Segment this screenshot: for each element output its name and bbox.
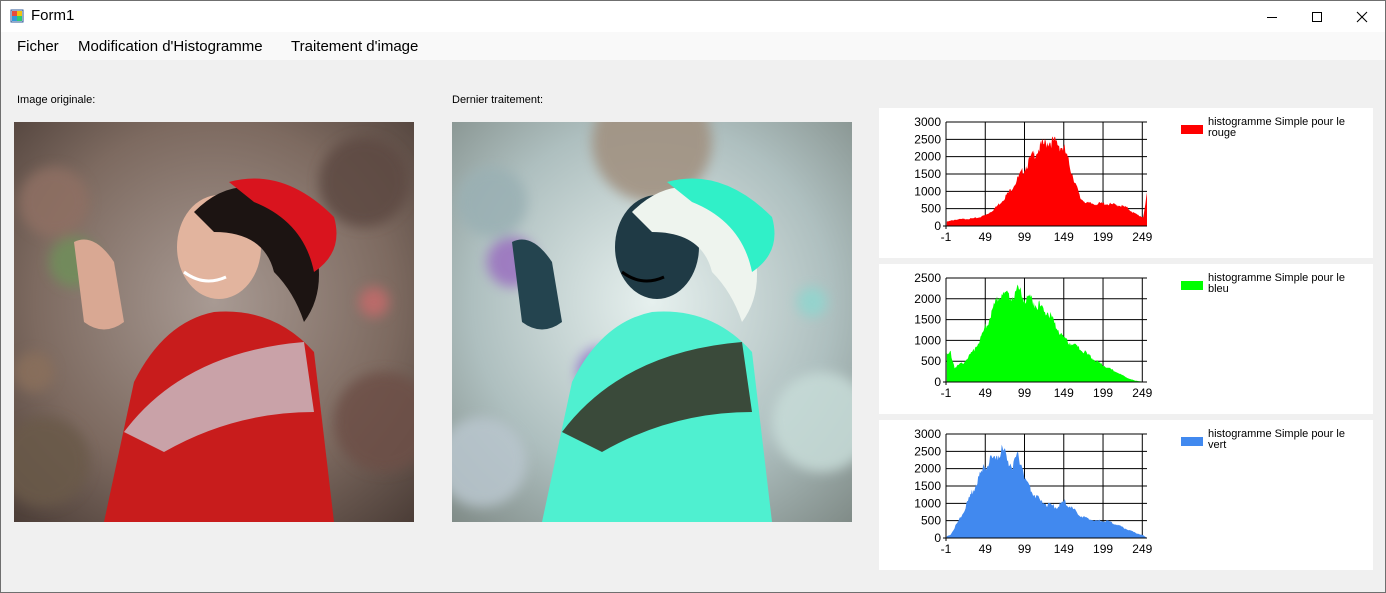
x-tick-label: 199 (1093, 230, 1113, 244)
histogram-area-blue (946, 444, 1147, 538)
x-tick-label: 199 (1093, 386, 1113, 400)
window-title: Form1 (31, 7, 75, 24)
x-tick-label: 149 (1054, 386, 1074, 400)
menu-traitement-image[interactable]: Traitement d'image (291, 38, 418, 55)
histogram-panel-red: 0 500 1000 1500 2000 2500 3000 -1 49 99 149 199 249 … (879, 108, 1373, 258)
x-tick-label: -1 (941, 542, 952, 556)
x-tick-label: 199 (1093, 542, 1113, 556)
y-tick-label: 1500 (914, 167, 941, 181)
legend-label-blue: histogramme Simple pour le vert (1208, 428, 1345, 451)
histogram-panel-green: 0 500 1000 1500 2000 2500 -1 49 99 149 199 249 hist… (879, 264, 1373, 414)
x-tick-label: 149 (1054, 542, 1074, 556)
x-tick-label: -1 (941, 386, 952, 400)
y-tick-label: 1500 (914, 479, 941, 493)
menu-bar: Ficher Modification d'Histogramme Traite… (1, 32, 1385, 60)
histogram-panel-blue: 0 500 1000 1500 2000 2500 3000 -1 49 99 149 199 249 … (879, 420, 1373, 570)
y-tick-label: 1000 (914, 333, 941, 347)
minimize-button[interactable] (1249, 1, 1295, 32)
close-button[interactable] (1339, 1, 1385, 32)
original-image-label: Image originale: (17, 94, 96, 106)
y-tick-label: 2000 (914, 292, 941, 306)
maximize-icon (1312, 11, 1322, 22)
x-tick-label: 99 (1018, 230, 1032, 244)
y-tick-label: 1000 (914, 184, 941, 198)
legend-swatch-green (1181, 281, 1203, 290)
y-tick-label: 500 (921, 514, 941, 528)
processed-image (452, 122, 852, 522)
y-tick-label: 2500 (914, 444, 941, 458)
y-tick-label: 1500 (914, 313, 941, 327)
title-bar: Form1 (1, 1, 1385, 32)
legend-swatch-red (1181, 125, 1203, 134)
y-tick-label: 2500 (914, 271, 941, 285)
app-window: Form1 Ficher Modification d'Histogramme … (0, 0, 1386, 593)
legend-label-green: histogramme Simple pour le bleu (1208, 272, 1345, 295)
maximize-button[interactable] (1294, 1, 1340, 32)
y-tick-label: 500 (921, 354, 941, 368)
x-tick-label: 99 (1018, 542, 1032, 556)
x-tick-label: 49 (979, 230, 993, 244)
histogram-area-red (946, 136, 1147, 226)
x-tick-label: 249 (1132, 542, 1152, 556)
x-tick-label: 249 (1132, 230, 1152, 244)
menu-modification-histogramme[interactable]: Modification d'Histogramme (78, 38, 263, 55)
close-icon (1356, 11, 1368, 22)
menu-fichier[interactable]: Ficher (17, 38, 59, 55)
x-tick-label: 149 (1054, 230, 1074, 244)
x-tick-label: 49 (979, 386, 993, 400)
y-tick-label: 3000 (914, 115, 941, 129)
original-image (14, 122, 414, 522)
legend-swatch-blue (1181, 437, 1203, 446)
x-tick-label: 249 (1132, 386, 1152, 400)
y-tick-label: 2000 (914, 150, 941, 164)
y-tick-label: 2000 (914, 462, 941, 476)
y-tick-label: 1000 (914, 496, 941, 510)
minimize-icon (1267, 16, 1277, 18)
y-tick-label: 3000 (914, 427, 941, 441)
legend-label-red: histogramme Simple pour le rouge (1208, 116, 1345, 139)
y-tick-label: 2500 (914, 132, 941, 146)
processed-image-label: Dernier traitement: (452, 94, 544, 106)
x-tick-label: 99 (1018, 386, 1032, 400)
x-tick-label: -1 (941, 230, 952, 244)
y-tick-label: 500 (921, 202, 941, 216)
x-tick-label: 49 (979, 542, 993, 556)
app-icon (10, 9, 24, 23)
